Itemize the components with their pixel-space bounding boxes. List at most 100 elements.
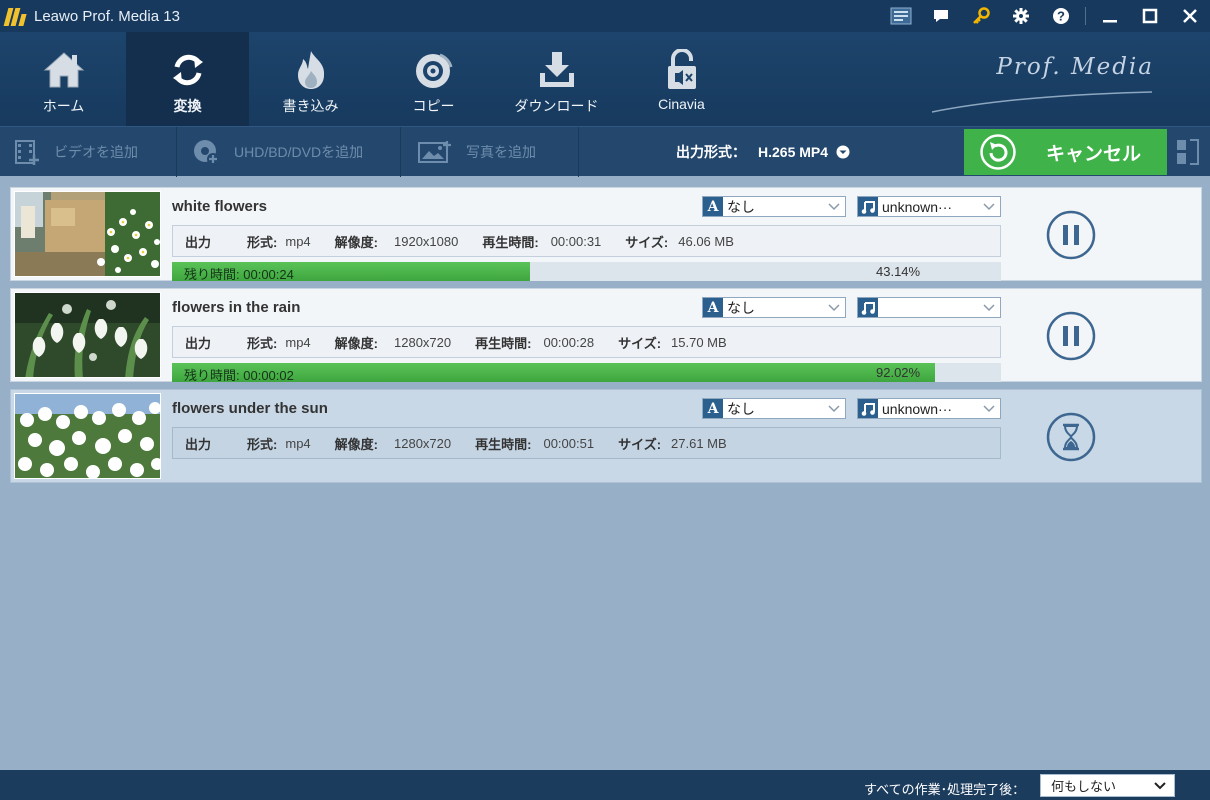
format-value: mp4 [285,435,311,451]
app-logo-icon [3,6,28,26]
subtitle-select[interactable]: A なし [702,297,846,318]
after-completion-value: 何もしない [1051,779,1117,794]
remaining-label: 残り時間: [184,368,240,382]
add-photo-label: 写真を追加 [466,144,536,160]
task-row[interactable]: white flowers A なし unknown··· 出力 形式: mp4… [10,187,1202,281]
nav-item-convert[interactable]: 変換 [126,32,249,126]
chevron-down-icon [826,404,842,413]
pause-button[interactable] [1046,210,1096,260]
minimize-icon[interactable] [1090,0,1130,32]
format-label: 形式: [247,234,278,250]
cinavia-unlock-icon [664,48,700,92]
add-disc-button[interactable]: UHD/BD/DVDを追加 [192,127,363,177]
task-row[interactable]: flowers under the sun A なし unknown··· 出力… [10,389,1202,483]
title-separator [1085,7,1086,25]
screen-capture-icon[interactable] [881,0,921,32]
nav-item-download[interactable]: ダウンロード [495,32,618,126]
duration-value: 00:00:28 [543,334,595,350]
subtitle-value: なし [727,299,755,316]
after-completion-label: すべての作業･処理完了後： [864,782,1026,797]
music-note-icon [858,298,878,317]
duration-value: 00:00:31 [550,233,602,249]
size-label: サイズ: [625,234,669,250]
toolbar-separator [176,127,177,177]
add-video-icon [14,139,40,165]
format-value: mp4 [285,334,311,350]
key-icon[interactable] [961,0,1001,32]
brand-logo: Prof. Media [996,54,1154,80]
duration-value: 00:00:51 [543,435,595,451]
output-format-selector[interactable]: 出力形式： H.265 MP4 [676,127,850,177]
status-bar: すべての作業･処理完了後： 何もしない [0,770,1210,800]
output-label: 出力 [185,335,212,351]
chevron-down-icon [981,303,997,312]
audio-value: unknown··· [882,400,953,417]
window-title: Leawo Prof. Media 13 [34,7,180,25]
cancel-button[interactable]: キャンセル [964,129,1167,175]
close-icon[interactable] [1170,0,1210,32]
toolbar-separator [578,127,579,177]
nav-item-burn[interactable]: 書き込み [249,32,372,126]
subtitle-icon: A [703,399,723,418]
resolution-value: 1280x720 [394,435,452,451]
subtitle-icon: A [703,298,723,317]
format-label: 形式: [247,436,278,452]
size-label: サイズ: [618,335,662,351]
subtitle-icon: A [703,197,723,216]
pause-icon [1046,210,1096,260]
subtitle-value: なし [727,198,755,215]
nav-item-copy[interactable]: コピー [372,32,495,126]
add-photo-icon [418,140,452,164]
task-name: white flowers [172,198,268,215]
feedback-icon[interactable] [921,0,961,32]
nav-label-home: ホーム [42,98,85,114]
add-video-label: ビデオを追加 [54,144,138,160]
subtitle-value: なし [727,400,755,417]
help-icon[interactable]: ? [1041,0,1081,32]
progress-bar: 残り時間: 00:00:24 43.14% [172,262,1001,281]
cancel-label: キャンセル [1046,143,1142,165]
pause-button[interactable] [1046,311,1096,361]
size-value: 27.61 MB [671,435,727,451]
progress-percent: 43.14% [876,264,921,279]
duration-label: 再生時間: [475,335,532,351]
main-nav: ホーム 変換 書き込み コピー ダウンロード Cinavia Prof. Med… [0,32,1210,126]
add-video-button[interactable]: ビデオを追加 [14,127,138,177]
sidebar-toggle-icon[interactable] [1176,139,1200,165]
after-completion-select[interactable]: 何もしない [1040,774,1175,797]
audio-select[interactable]: unknown··· [857,196,1001,217]
download-icon [536,48,578,92]
remaining-time: 残り時間: 00:00:02 [184,365,294,382]
subtitle-select[interactable]: A なし [702,398,846,419]
output-label: 出力 [185,234,212,250]
task-name: flowers in the rain [172,299,301,316]
format-value: mp4 [285,233,311,249]
audio-select[interactable] [857,297,1001,318]
nav-label-convert: 変換 [173,98,202,114]
toolbar-separator [400,127,401,177]
toolbar: ビデオを追加 UHD/BD/DVDを追加 写真を追加 出力形式： H.265 M… [0,126,1210,177]
subtitle-select[interactable]: A なし [702,196,846,217]
chevron-down-icon [826,202,842,211]
format-label: 形式: [247,335,278,351]
video-thumbnail [14,292,161,378]
audio-select[interactable]: unknown··· [857,398,1001,419]
waiting-button[interactable] [1046,412,1096,462]
progress-bar: 残り時間: 00:00:02 92.02% [172,363,1001,382]
burn-icon [291,48,331,92]
size-label: サイズ: [618,436,662,452]
convert-icon [168,48,208,92]
nav-item-cinavia[interactable]: Cinavia [620,32,743,126]
settings-gear-icon[interactable] [1001,0,1041,32]
task-row[interactable]: flowers in the rain A なし 出力 形式: mp4 解像度:… [10,288,1202,382]
task-name: flowers under the sun [172,400,328,417]
nav-item-home[interactable]: ホーム [2,32,125,126]
nav-label-burn: 書き込み [282,98,339,114]
maximize-icon[interactable] [1130,0,1170,32]
duration-label: 再生時間: [482,234,539,250]
audio-value: unknown··· [882,198,953,215]
add-disc-label: UHD/BD/DVDを追加 [234,144,364,160]
nav-label-cinavia: Cinavia [658,96,705,112]
add-photo-button[interactable]: 写真を追加 [418,127,536,177]
output-format-label: 出力形式： [676,144,746,160]
